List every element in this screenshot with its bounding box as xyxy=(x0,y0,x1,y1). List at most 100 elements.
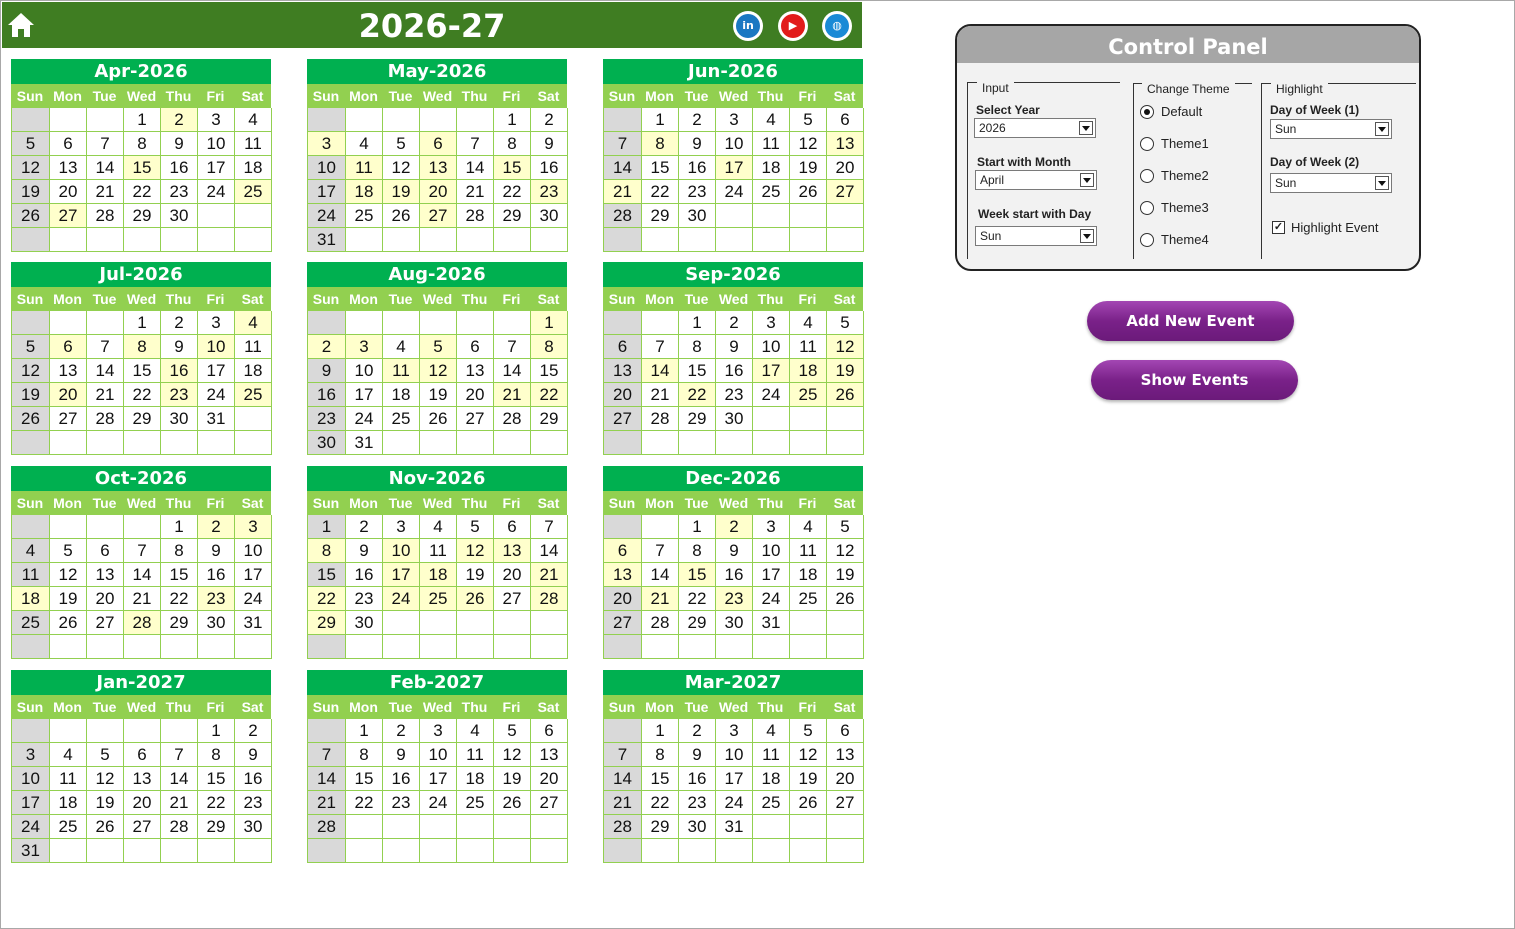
day-cell[interactable]: 28 xyxy=(642,611,679,635)
day-cell[interactable]: 23 xyxy=(346,587,383,611)
day-cell[interactable]: 15 xyxy=(308,563,346,587)
day-cell[interactable]: 29 xyxy=(308,611,346,635)
day-cell[interactable]: 11 xyxy=(753,132,790,156)
day-cell[interactable]: 20 xyxy=(420,180,457,204)
day-cell[interactable]: 1 xyxy=(679,515,716,539)
day-cell[interactable]: 9 xyxy=(161,132,198,156)
day-cell[interactable]: 27 xyxy=(50,407,87,431)
day-cell[interactable]: 10 xyxy=(383,539,420,563)
day-cell[interactable]: 18 xyxy=(12,587,50,611)
day-cell[interactable]: 6 xyxy=(827,108,864,132)
day-cell[interactable]: 9 xyxy=(308,359,346,383)
day-cell[interactable]: 8 xyxy=(679,539,716,563)
day-cell[interactable]: 5 xyxy=(87,743,124,767)
day-cell[interactable]: 3 xyxy=(198,311,235,335)
day-cell[interactable]: 27 xyxy=(604,611,642,635)
day-cell[interactable]: 18 xyxy=(346,180,383,204)
day-cell[interactable]: 13 xyxy=(494,539,531,563)
day-cell[interactable]: 10 xyxy=(420,743,457,767)
day-cell[interactable]: 4 xyxy=(346,132,383,156)
day-cell[interactable]: 8 xyxy=(494,132,531,156)
day-cell[interactable]: 28 xyxy=(457,204,494,228)
day-cell[interactable]: 30 xyxy=(198,611,235,635)
day-cell[interactable]: 28 xyxy=(642,407,679,431)
day-cell[interactable]: 21 xyxy=(642,587,679,611)
day-cell[interactable]: 22 xyxy=(679,587,716,611)
day-cell[interactable]: 21 xyxy=(87,383,124,407)
day-cell[interactable]: 23 xyxy=(716,383,753,407)
day-cell[interactable]: 16 xyxy=(716,563,753,587)
day-cell[interactable]: 29 xyxy=(531,407,568,431)
day-cell[interactable]: 8 xyxy=(679,335,716,359)
day-cell[interactable]: 26 xyxy=(420,407,457,431)
day-cell[interactable]: 14 xyxy=(87,359,124,383)
day-cell[interactable]: 2 xyxy=(346,515,383,539)
day-cell[interactable]: 26 xyxy=(457,587,494,611)
day-cell[interactable]: 27 xyxy=(87,611,124,635)
day-cell[interactable]: 7 xyxy=(531,515,568,539)
day-cell[interactable]: 17 xyxy=(235,563,272,587)
day-cell[interactable]: 16 xyxy=(531,156,568,180)
day-cell[interactable]: 28 xyxy=(604,815,642,839)
day-cell[interactable]: 9 xyxy=(346,539,383,563)
day-cell[interactable]: 28 xyxy=(531,587,568,611)
day-cell[interactable]: 25 xyxy=(235,383,272,407)
day-cell[interactable]: 12 xyxy=(87,767,124,791)
day-cell[interactable]: 31 xyxy=(308,228,346,252)
day-cell[interactable]: 7 xyxy=(604,743,642,767)
day-cell[interactable]: 12 xyxy=(790,132,827,156)
day-cell[interactable]: 19 xyxy=(827,359,864,383)
day-cell[interactable]: 24 xyxy=(716,791,753,815)
day-cell[interactable]: 24 xyxy=(198,180,235,204)
day-cell[interactable]: 20 xyxy=(457,383,494,407)
day-cell[interactable]: 7 xyxy=(87,335,124,359)
day-cell[interactable]: 24 xyxy=(198,383,235,407)
day-cell[interactable]: 1 xyxy=(308,515,346,539)
day-cell[interactable]: 2 xyxy=(383,719,420,743)
day-cell[interactable]: 9 xyxy=(679,743,716,767)
day-cell[interactable]: 16 xyxy=(161,359,198,383)
day-cell[interactable]: 10 xyxy=(753,335,790,359)
day-cell[interactable]: 2 xyxy=(198,515,235,539)
day-cell[interactable]: 23 xyxy=(679,180,716,204)
day-cell[interactable]: 24 xyxy=(753,587,790,611)
day-cell[interactable]: 3 xyxy=(383,515,420,539)
select-year-dropdown[interactable]: 2026 xyxy=(974,118,1096,138)
day-cell[interactable]: 7 xyxy=(494,335,531,359)
day-cell[interactable]: 21 xyxy=(457,180,494,204)
day-cell[interactable]: 13 xyxy=(604,563,642,587)
dow2-dropdown[interactable]: Sun xyxy=(1270,173,1392,193)
day-cell[interactable]: 27 xyxy=(531,791,568,815)
day-cell[interactable]: 23 xyxy=(383,791,420,815)
day-cell[interactable]: 28 xyxy=(124,611,161,635)
day-cell[interactable]: 14 xyxy=(642,563,679,587)
day-cell[interactable]: 19 xyxy=(457,563,494,587)
day-cell[interactable]: 12 xyxy=(12,359,50,383)
day-cell[interactable]: 17 xyxy=(383,563,420,587)
day-cell[interactable]: 29 xyxy=(679,611,716,635)
day-cell[interactable]: 25 xyxy=(420,587,457,611)
day-cell[interactable]: 2 xyxy=(531,108,568,132)
day-cell[interactable]: 26 xyxy=(827,383,864,407)
day-cell[interactable]: 18 xyxy=(753,767,790,791)
day-cell[interactable]: 16 xyxy=(679,156,716,180)
day-cell[interactable]: 17 xyxy=(753,563,790,587)
day-cell[interactable]: 27 xyxy=(124,815,161,839)
day-cell[interactable]: 3 xyxy=(235,515,272,539)
day-cell[interactable]: 16 xyxy=(383,767,420,791)
day-cell[interactable]: 5 xyxy=(827,515,864,539)
day-cell[interactable]: 25 xyxy=(235,180,272,204)
day-cell[interactable]: 9 xyxy=(679,132,716,156)
day-cell[interactable]: 25 xyxy=(457,791,494,815)
day-cell[interactable]: 11 xyxy=(235,335,272,359)
day-cell[interactable]: 1 xyxy=(198,719,235,743)
day-cell[interactable]: 5 xyxy=(790,108,827,132)
day-cell[interactable]: 18 xyxy=(790,359,827,383)
day-cell[interactable]: 6 xyxy=(457,335,494,359)
day-cell[interactable]: 11 xyxy=(12,563,50,587)
day-cell[interactable]: 24 xyxy=(753,383,790,407)
day-cell[interactable]: 1 xyxy=(124,108,161,132)
day-cell[interactable]: 26 xyxy=(87,815,124,839)
day-cell[interactable]: 18 xyxy=(383,383,420,407)
day-cell[interactable]: 23 xyxy=(161,383,198,407)
